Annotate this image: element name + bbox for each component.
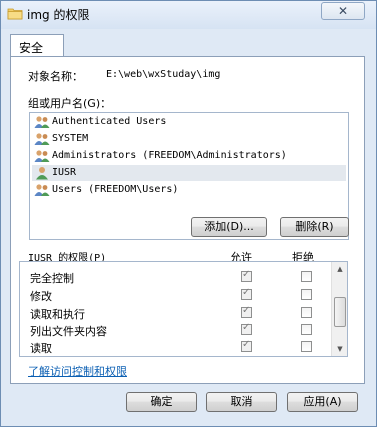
users-icon [34, 150, 50, 162]
deny-checkbox[interactable] [301, 307, 312, 318]
list-item-label: Administrators (FREEDOM\Administrators) [52, 150, 287, 161]
scroll-down-icon[interactable]: ▼ [332, 342, 348, 356]
scroll-up-icon[interactable]: ▲ [332, 262, 348, 276]
groups-label: 组或用户名(G)： [28, 97, 112, 110]
window-title: img 的权限 [27, 8, 90, 22]
list-item-label: Authenticated Users [52, 116, 167, 127]
users-icon [34, 184, 50, 196]
list-item[interactable]: Users (FREEDOM\Users) [32, 182, 346, 198]
allow-checkbox[interactable] [241, 269, 252, 282]
object-name-value: E:\web\wxStuday\img [106, 69, 221, 80]
add-button[interactable]: 添加(D)... [191, 217, 267, 237]
deny-checkbox[interactable] [301, 341, 312, 352]
ok-button[interactable]: 确定 [126, 392, 197, 412]
permission-name: 读取 [30, 342, 52, 355]
permissions-scrollbar[interactable]: ▲ ▼ [331, 262, 347, 356]
list-item-label: Users (FREEDOM\Users) [52, 184, 179, 195]
deny-checkbox[interactable] [301, 271, 312, 282]
permission-name: 读取和执行 [30, 308, 85, 321]
list-item[interactable]: Administrators (FREEDOM\Administrators) [32, 148, 346, 164]
list-item[interactable]: Authenticated Users [32, 114, 346, 130]
allow-checkbox[interactable] [241, 339, 252, 352]
title-bar: img 的权限 ✕ [1, 1, 376, 29]
permissions-dialog: img 的权限 ✕ 安全 对象名称： E:\web\wxStuday\img 组… [0, 0, 377, 427]
close-button[interactable]: ✕ [321, 2, 365, 20]
permission-name: 修改 [30, 290, 52, 303]
deny-checkbox[interactable] [301, 324, 312, 335]
permission-name: 列出文件夹内容 [30, 325, 107, 338]
user-icon [36, 167, 48, 180]
object-name-label: 对象名称： [28, 70, 83, 83]
cancel-button[interactable]: 取消 [206, 392, 277, 412]
tab-security[interactable]: 安全 [10, 34, 64, 57]
list-item[interactable]: SYSTEM [32, 131, 346, 147]
deny-checkbox[interactable] [301, 289, 312, 300]
table-row: 列出文件夹内容 [20, 322, 330, 338]
users-icon [34, 133, 50, 145]
table-row: 读取 [20, 339, 330, 355]
users-icon [34, 116, 50, 128]
tab-security-label: 安全 [19, 41, 44, 55]
allow-checkbox[interactable] [241, 287, 252, 300]
permission-name: 完全控制 [30, 272, 74, 285]
close-icon: ✕ [337, 4, 349, 18]
help-link[interactable]: 了解访问控制和权限 [28, 363, 127, 379]
allow-checkbox[interactable] [241, 305, 252, 318]
list-item-label: SYSTEM [52, 133, 89, 144]
remove-button[interactable]: 删除(R) [280, 217, 349, 237]
apply-button[interactable]: 应用(A) [287, 392, 358, 412]
folder-icon [7, 8, 23, 20]
scroll-thumb[interactable] [334, 297, 346, 327]
permissions-list: 完全控制 修改 读取和执行 列出文件夹内容 读取 ▲ ▼ [19, 261, 348, 357]
table-row: 修改 [20, 287, 330, 303]
table-row: 完全控制 [20, 269, 330, 285]
table-row: 读取和执行 [20, 305, 330, 321]
allow-checkbox[interactable] [241, 322, 252, 335]
list-item-label: IUSR [52, 167, 77, 178]
list-item-selected[interactable]: IUSR [32, 165, 346, 181]
